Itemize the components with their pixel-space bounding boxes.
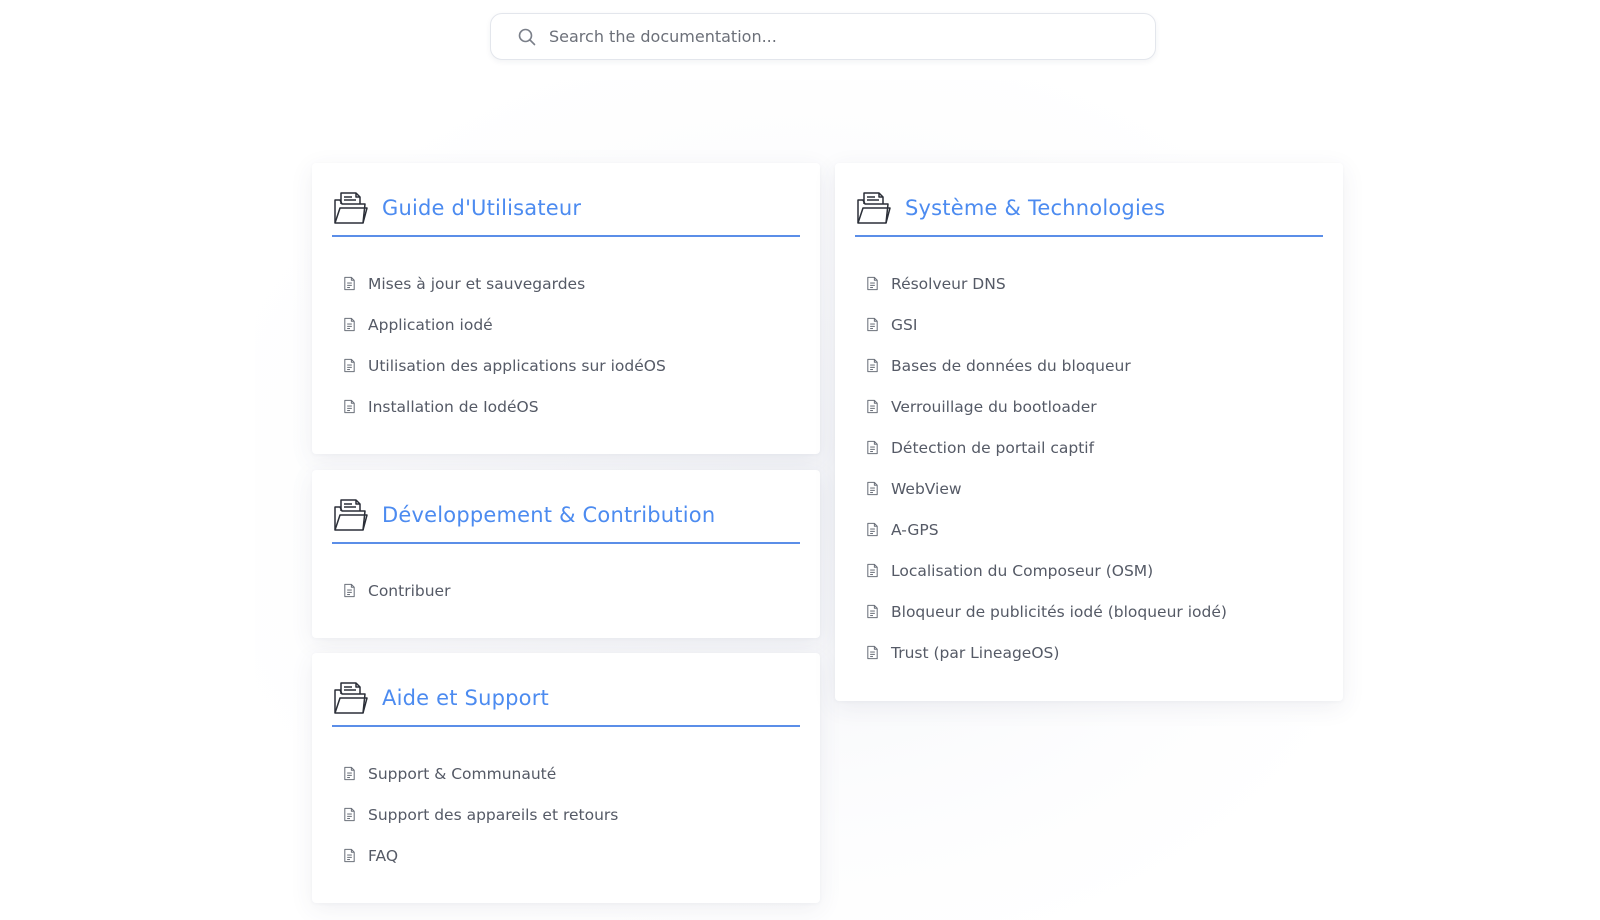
doc-link-item[interactable]: Installation de IodéOS <box>332 386 800 427</box>
document-icon <box>342 399 358 415</box>
document-icon <box>342 848 358 864</box>
document-icon <box>865 645 881 661</box>
section-header: Guide d'Utilisateur <box>332 181 800 237</box>
doc-link-label: A-GPS <box>891 520 939 539</box>
doc-link-label: Verrouillage du bootloader <box>891 397 1097 416</box>
document-icon <box>865 440 881 456</box>
doc-link-label: WebView <box>891 479 962 498</box>
doc-link-item[interactable]: Support & Communauté <box>332 753 800 794</box>
section-card-system: Système & Technologies Résolveur DNS GSI B… <box>835 163 1343 701</box>
doc-link-item[interactable]: Support des appareils et retours <box>332 794 800 835</box>
doc-link-label: Application iodé <box>368 315 493 334</box>
folder-document-icon <box>332 680 368 716</box>
document-icon <box>342 807 358 823</box>
document-icon <box>865 481 881 497</box>
section-item-list: Support & Communauté Support des appareil… <box>332 753 800 876</box>
section-item-list: Résolveur DNS GSI Bases de données du bloq… <box>855 263 1323 673</box>
doc-link-label: FAQ <box>368 846 399 865</box>
section-header: Système & Technologies <box>855 181 1323 237</box>
document-icon <box>342 583 358 599</box>
doc-link-label: Bloqueur de publicités iodé (bloqueur io… <box>891 602 1227 621</box>
section-item-list: Mises à jour et sauvegardes Application i… <box>332 263 800 427</box>
doc-link-label: GSI <box>891 315 918 334</box>
section-header: Aide et Support <box>332 671 800 727</box>
doc-link-item[interactable]: Résolveur DNS <box>855 263 1323 304</box>
section-card-support: Aide et Support Support & Communauté Supp… <box>312 653 820 903</box>
doc-link-item[interactable]: WebView <box>855 468 1323 509</box>
doc-link-label: Résolveur DNS <box>891 274 1006 293</box>
doc-link-item[interactable]: Contribuer <box>332 570 800 611</box>
doc-link-item[interactable]: Application iodé <box>332 304 800 345</box>
section-card-dev: Développement & Contribution Contribuer <box>312 470 820 638</box>
doc-link-item[interactable]: Mises à jour et sauvegardes <box>332 263 800 304</box>
doc-link-label: Bases de données du bloqueur <box>891 356 1131 375</box>
search-input[interactable] <box>549 14 1155 59</box>
document-icon <box>865 358 881 374</box>
doc-link-label: Mises à jour et sauvegardes <box>368 274 586 293</box>
document-icon <box>865 276 881 292</box>
doc-link-item[interactable]: GSI <box>855 304 1323 345</box>
document-icon <box>342 317 358 333</box>
document-icon <box>342 766 358 782</box>
section-title[interactable]: Système & Technologies <box>905 196 1165 220</box>
section-title[interactable]: Guide d'Utilisateur <box>382 196 581 220</box>
doc-link-item[interactable]: Bloqueur de publicités iodé (bloqueur io… <box>855 591 1323 632</box>
doc-link-item[interactable]: Localisation du Composeur (OSM) <box>855 550 1323 591</box>
doc-link-label: Trust (par LineageOS) <box>891 643 1060 662</box>
document-icon <box>865 317 881 333</box>
doc-link-item[interactable]: Verrouillage du bootloader <box>855 386 1323 427</box>
folder-document-icon <box>855 190 891 226</box>
section-header: Développement & Contribution <box>332 488 800 544</box>
folder-document-icon <box>332 497 368 533</box>
document-icon <box>865 604 881 620</box>
doc-link-label: Détection de portail captif <box>891 438 1095 457</box>
doc-link-item[interactable]: Trust (par LineageOS) <box>855 632 1323 673</box>
document-icon <box>865 522 881 538</box>
section-title[interactable]: Développement & Contribution <box>382 503 715 527</box>
doc-link-item[interactable]: Bases de données du bloqueur <box>855 345 1323 386</box>
search-icon <box>505 15 549 59</box>
search-bar[interactable] <box>490 13 1156 60</box>
doc-link-item[interactable]: A-GPS <box>855 509 1323 550</box>
doc-link-label: Installation de IodéOS <box>368 397 539 416</box>
document-icon <box>342 276 358 292</box>
doc-link-label: Support des appareils et retours <box>368 805 619 824</box>
doc-link-label: Contribuer <box>368 581 451 600</box>
document-icon <box>342 358 358 374</box>
section-title[interactable]: Aide et Support <box>382 686 549 710</box>
document-icon <box>865 563 881 579</box>
doc-link-label: Localisation du Composeur (OSM) <box>891 561 1154 580</box>
folder-document-icon <box>332 190 368 226</box>
doc-link-item[interactable]: Utilisation des applications sur iodéOS <box>332 345 800 386</box>
section-card-guide: Guide d'Utilisateur Mises à jour et sauv… <box>312 163 820 454</box>
doc-link-item[interactable]: Détection de portail captif <box>855 427 1323 468</box>
document-icon <box>865 399 881 415</box>
doc-link-label: Support & Communauté <box>368 764 557 783</box>
doc-link-item[interactable]: FAQ <box>332 835 800 876</box>
section-item-list: Contribuer <box>332 570 800 611</box>
doc-link-label: Utilisation des applications sur iodéOS <box>368 356 666 375</box>
